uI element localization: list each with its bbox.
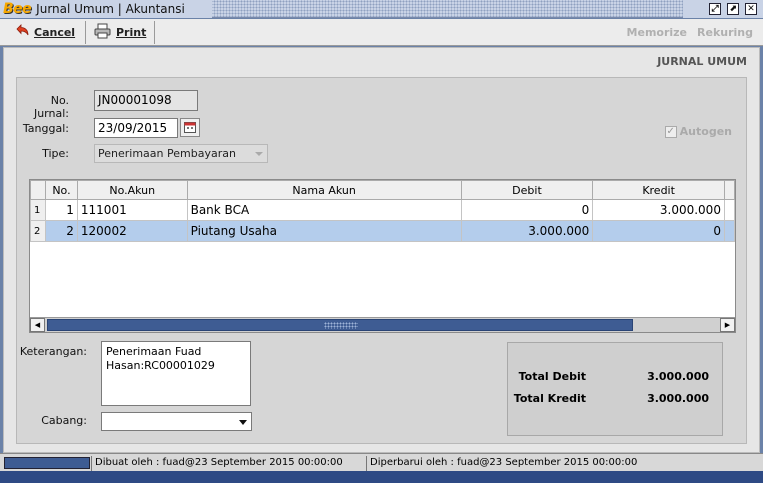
total-kredit-label: Total Kredit <box>513 392 586 405</box>
cell-no[interactable]: 2 <box>44 220 78 242</box>
cabang-select[interactable] <box>101 412 252 431</box>
title-head: Bee Jurnal Umum | Akuntansi <box>0 0 212 18</box>
grid-table: No. No.Akun Nama Akun Debit Kredit 1 1 1… <box>30 180 736 242</box>
column-header-no[interactable]: No. <box>44 180 78 200</box>
form-area: No. Jurnal: JN00001098 Tanggal: 23/09/20… <box>16 77 747 444</box>
tipe-select[interactable]: Penerimaan Pembayaran <box>94 144 268 163</box>
autogen-checkbox[interactable]: ✓ Autogen <box>664 125 732 138</box>
grid-header-filler <box>723 180 736 200</box>
column-header-kredit[interactable]: Kredit <box>592 180 725 200</box>
row-number: 1 <box>30 199 46 221</box>
keterangan-line: Hasan:RC00001029 <box>106 359 215 372</box>
column-header-debit[interactable]: Debit <box>460 180 594 200</box>
row-number: 2 <box>30 220 46 242</box>
journal-grid[interactable]: No. No.Akun Nama Akun Debit Kredit 1 1 1… <box>29 179 736 333</box>
grid-header-row: No. No.Akun Nama Akun Debit Kredit <box>30 180 736 200</box>
chevron-down-icon <box>255 152 263 156</box>
column-header-no-akun[interactable]: No.Akun <box>76 180 188 200</box>
cell-nama-akun[interactable]: Piutang Usaha <box>186 220 462 242</box>
keterangan-line: Penerimaan Fuad <box>106 345 202 358</box>
toolbar-right-actions: Memorize Rekuring <box>627 26 753 39</box>
no-jurnal-label: No. Jurnal: <box>33 94 69 120</box>
total-debit-value: 3.000.000 <box>647 370 709 383</box>
grid-corner <box>30 180 46 200</box>
status-updated: Diperbarui oleh : fuad@23 September 2015… <box>366 456 763 471</box>
total-debit-label: Total Debit <box>518 370 586 383</box>
cell-filler <box>723 220 736 242</box>
horizontal-scrollbar[interactable]: ◀ ▶ <box>30 317 735 332</box>
print-button[interactable]: Print <box>88 21 155 44</box>
window-controls: ⤢ ⬈ ✕ <box>683 0 763 18</box>
tipe-value: Penerimaan Pembayaran <box>98 147 236 160</box>
cell-debit[interactable]: 0 <box>460 199 594 221</box>
scroll-right-icon[interactable]: ▶ <box>720 318 735 332</box>
cell-kredit[interactable]: 0 <box>592 220 725 242</box>
main-panel: JURNAL UMUM No. Jurnal: JN00001098 Tangg… <box>3 47 760 453</box>
tanggal-field[interactable]: 23/09/2015 <box>94 118 178 138</box>
memorize-button[interactable]: Memorize <box>627 26 687 39</box>
scroll-left-icon[interactable]: ◀ <box>30 318 45 332</box>
cell-filler <box>723 199 736 221</box>
keterangan-label: Keterangan: <box>19 345 87 358</box>
calendar-icon <box>184 122 196 133</box>
title-bar: Bee Jurnal Umum | Akuntansi ⤢ ⬈ ✕ <box>0 0 763 18</box>
toolbar: Cancel Print Memorize Rekuring <box>0 19 763 46</box>
totals-panel: Total Debit 3.000.000 Total Kredit 3.000… <box>507 342 723 436</box>
cell-kredit[interactable]: 3.000.000 <box>592 199 725 221</box>
cell-no-akun[interactable]: 120002 <box>76 220 188 242</box>
window-title: Jurnal Umum | Akuntansi <box>36 2 185 16</box>
table-row[interactable]: 2 2 120002 Piutang Usaha 3.000.000 0 <box>30 220 736 242</box>
status-bar: Dibuat oleh : fuad@23 September 2015 00:… <box>0 453 763 471</box>
printer-icon <box>94 23 112 42</box>
print-label: Print <box>116 26 147 39</box>
no-jurnal-field[interactable]: JN00001098 <box>94 90 198 111</box>
cabang-label: Cabang: <box>41 414 87 427</box>
app-logo: Bee <box>3 1 32 17</box>
tipe-label: Tipe: <box>42 147 69 160</box>
total-kredit-value: 3.000.000 <box>647 392 709 405</box>
window-bottom-border <box>0 471 763 483</box>
checkbox-icon: ✓ <box>664 125 677 138</box>
keterangan-textarea[interactable]: Penerimaan Fuad Hasan:RC00001029 <box>101 341 251 406</box>
cell-nama-akun[interactable]: Bank BCA <box>186 199 462 221</box>
calendar-button[interactable] <box>180 118 200 137</box>
scrollbar-thumb[interactable] <box>47 319 633 331</box>
rekuring-button[interactable]: Rekuring <box>697 26 753 39</box>
cell-debit[interactable]: 3.000.000 <box>460 220 594 242</box>
column-header-nama-akun[interactable]: Nama Akun <box>186 180 462 200</box>
cancel-label: Cancel <box>34 26 76 39</box>
chevron-down-icon <box>239 420 247 425</box>
status-created: Dibuat oleh : fuad@23 September 2015 00:… <box>91 456 366 471</box>
tanggal-label: Tanggal: <box>22 122 69 135</box>
cancel-button[interactable]: Cancel <box>8 21 86 44</box>
autogen-label: Autogen <box>679 125 732 138</box>
cell-no[interactable]: 1 <box>44 199 78 221</box>
page-title: JURNAL UMUM <box>657 55 747 68</box>
progress-indicator <box>4 457 90 469</box>
cell-no-akun[interactable]: 111001 <box>76 199 188 221</box>
grip-icon <box>324 322 358 329</box>
restore-icon[interactable]: ⤢ <box>709 3 721 15</box>
maximize-icon[interactable]: ⬈ <box>727 3 739 15</box>
table-row[interactable]: 1 1 111001 Bank BCA 0 3.000.000 <box>30 199 736 221</box>
close-icon[interactable]: ✕ <box>745 3 757 15</box>
undo-arrow-icon <box>14 23 30 42</box>
